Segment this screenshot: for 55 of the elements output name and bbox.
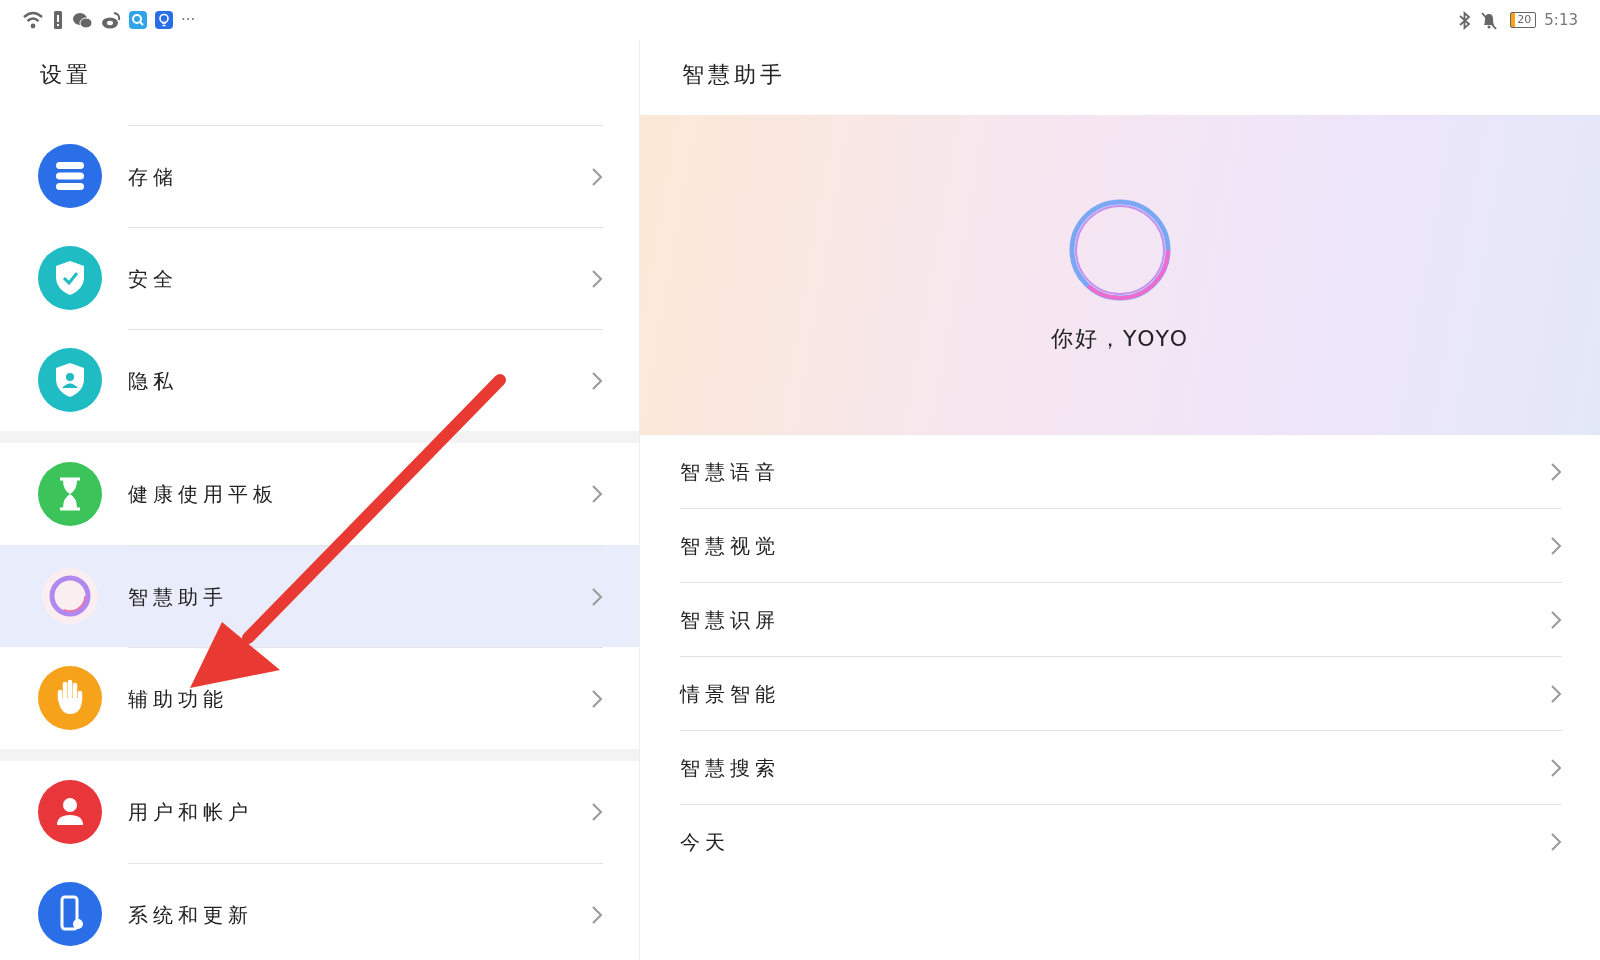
chevron-icon [591, 268, 603, 289]
chevron-icon [1550, 609, 1562, 630]
assistant-item[interactable]: 今天 [680, 805, 1562, 879]
settings-item[interactable]: 隐私 [0, 329, 639, 431]
item-label: 系统和更新 [128, 901, 254, 929]
search-app-icon [129, 11, 147, 29]
eye-logo-icon [101, 11, 121, 29]
assistant-item[interactable]: 智慧语音 [680, 435, 1562, 509]
chevron-icon [591, 370, 603, 391]
item-label: 用户和帐户 [128, 799, 254, 826]
chevron-icon [1550, 461, 1562, 482]
greeting-text: 你好，YOYO [1051, 324, 1189, 353]
clock-time: 5:13 [1544, 9, 1578, 31]
settings-item[interactable]: 安全 [0, 227, 639, 329]
wifi-icon [22, 10, 44, 30]
muted-bell-icon [1480, 10, 1499, 30]
user-icon [38, 780, 102, 844]
page-title: 设置 [39, 61, 92, 89]
storage-icon [38, 144, 102, 208]
settings-item[interactable]: 系统和更新 [0, 863, 639, 960]
item-label: 辅助功能 [128, 685, 229, 713]
hand-icon [38, 666, 102, 730]
assistant-item[interactable]: 智慧搜索 [680, 731, 1562, 805]
item-label: 智慧助手 [128, 583, 229, 611]
chevron-icon [591, 904, 603, 925]
lightbulb-app-icon [155, 11, 173, 29]
page-title: 智慧助手 [681, 61, 786, 89]
settings-item[interactable]: 智慧助手 [0, 545, 639, 647]
battery-alert-icon [52, 10, 64, 30]
more-icon: ··· [181, 8, 196, 32]
battery-level: 20 [1510, 12, 1537, 28]
privacy-shield-icon [38, 348, 102, 412]
chevron-icon [1550, 832, 1562, 852]
assistant-item[interactable]: 智慧视觉 [680, 509, 1562, 583]
assistant-item[interactable]: 智慧识屏 [680, 583, 1562, 657]
assistant-item[interactable]: 情景智能 [680, 657, 1562, 731]
settings-item[interactable]: 用户和帐户 [0, 761, 639, 863]
chevron-icon [1550, 757, 1562, 778]
item-label: 存储 [128, 163, 179, 191]
chevron-icon [1550, 683, 1562, 704]
item-label: 隐私 [128, 367, 179, 395]
chevron-icon [591, 586, 603, 607]
settings-item[interactable]: 存储 [0, 125, 639, 227]
phone-gear-icon [38, 882, 102, 946]
chevron-icon [591, 484, 603, 504]
item-label: 安全 [128, 265, 179, 293]
hourglass-icon [38, 462, 102, 526]
chevron-icon [1550, 535, 1562, 556]
chevron-icon [591, 802, 603, 822]
settings-item[interactable]: 健康使用平板 [0, 443, 639, 545]
chevron-icon [591, 688, 603, 709]
item-label: 健康使用平板 [128, 481, 279, 508]
chat-icon [72, 11, 93, 29]
chevron-icon [591, 166, 603, 187]
shield-check-icon [38, 246, 102, 310]
